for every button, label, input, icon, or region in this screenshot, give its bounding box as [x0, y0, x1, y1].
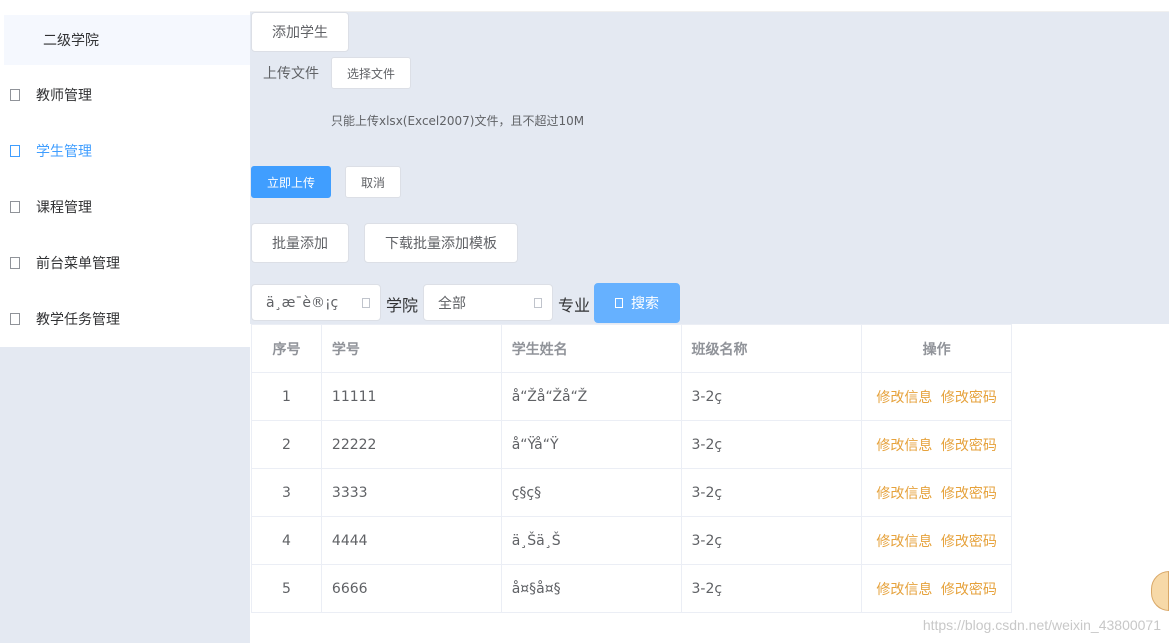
cell-student-name: ç§ç§: [500, 468, 682, 517]
edit-info-link[interactable]: 修改信息: [876, 390, 932, 406]
college-select[interactable]: ä¸æ¯è®¡ç: [251, 284, 381, 321]
cell-class-name: 3-2ç: [680, 420, 863, 469]
chevron-down-icon: [534, 297, 542, 308]
cell-class-name: 3-2ç: [680, 516, 863, 565]
edit-info-link[interactable]: 修改信息: [876, 582, 932, 598]
edit-password-link[interactable]: 修改密码: [941, 486, 997, 502]
edit-password-link[interactable]: 修改密码: [941, 534, 997, 550]
table-row: 2 22222 å“Ÿå“Ÿ 3-2ç 修改信息 修改密码: [251, 420, 1012, 469]
edit-info-link[interactable]: 修改信息: [876, 534, 932, 550]
cell-actions: 修改信息 修改密码: [861, 564, 1012, 613]
cell-class-name: 3-2ç: [680, 564, 863, 613]
menu-icon: [10, 201, 20, 213]
edit-password-link[interactable]: 修改密码: [941, 438, 997, 454]
cell-index: 4: [251, 516, 322, 565]
edit-password-link[interactable]: 修改密码: [941, 390, 997, 406]
cell-index: 3: [251, 468, 322, 517]
floating-avatar[interactable]: [1151, 571, 1169, 611]
table-row: 5 6666 å¤§å¤§ 3-2ç 修改信息 修改密码: [251, 564, 1012, 613]
cell-actions: 修改信息 修改密码: [861, 420, 1012, 469]
sidebar-item-label: 前台菜单管理: [36, 256, 120, 272]
cell-student-id: 4444: [320, 516, 502, 565]
sidebar-item-label: 教学任务管理: [36, 312, 120, 328]
cell-class-name: 3-2ç: [680, 468, 863, 517]
table-row: 1 11111 å“Žå“Žå“Ž 3-2ç 修改信息 修改密码: [251, 372, 1012, 421]
sidebar-item-front-menu[interactable]: 前台菜单管理: [0, 235, 250, 291]
sidebar-item-teacher[interactable]: 教师管理: [0, 67, 250, 123]
table-row: 3 3333 ç§ç§ 3-2ç 修改信息 修改密码: [251, 468, 1012, 517]
menu-icon: [10, 89, 20, 101]
sidebar: 二级学院 教师管理 学生管理 课程管理 前台菜单管理 教学任务管理: [0, 0, 250, 643]
sidebar-item-label: 学生管理: [36, 144, 92, 160]
cell-index: 1: [251, 372, 322, 421]
cell-student-name: å¤§å¤§: [500, 564, 682, 613]
cell-actions: 修改信息 修改密码: [861, 468, 1012, 517]
column-header-index: 序号: [251, 324, 322, 373]
sidebar-item-label: 教师管理: [36, 88, 92, 104]
search-icon: [615, 298, 623, 308]
cell-student-id: 22222: [320, 420, 502, 469]
cell-actions: 修改信息 修改密码: [861, 372, 1012, 421]
edit-info-link[interactable]: 修改信息: [876, 438, 932, 454]
major-label: 专业: [558, 296, 591, 315]
college-select-value: ä¸æ¯è®¡ç: [266, 294, 339, 311]
cell-index: 5: [251, 564, 322, 613]
submenu-title-label: 二级学院: [43, 33, 99, 49]
menu-icon: [10, 257, 20, 269]
cancel-label: 取消: [360, 175, 385, 190]
table-header-row: 序号 学号 学生姓名 班级名称 操作: [251, 324, 1012, 373]
sidebar-menu: 二级学院 教师管理 学生管理 课程管理 前台菜单管理 教学任务管理: [0, 0, 250, 347]
major-select-value: 全部: [438, 295, 466, 312]
submenu-title-college[interactable]: 二级学院: [4, 15, 250, 65]
cancel-button[interactable]: 取消: [345, 166, 401, 198]
upload-tip: 只能上传xlsx(Excel2007)文件，且不超过10M: [331, 114, 585, 128]
sidebar-item-student[interactable]: 学生管理: [0, 123, 250, 179]
choose-file-button[interactable]: 选择文件: [331, 57, 411, 89]
college-label: 学院: [386, 296, 419, 315]
student-table: 序号 学号 学生姓名 班级名称 操作 1 11111 å“Žå“Žå“Ž 3-2…: [251, 324, 1012, 613]
menu-icon: [10, 145, 20, 157]
table-row: 4 4444 ä¸Šä¸Š 3-2ç 修改信息 修改密码: [251, 516, 1012, 565]
column-header-student-name: 学生姓名: [500, 324, 682, 373]
choose-file-label: 选择文件: [346, 66, 395, 81]
search-label: 搜索: [631, 296, 659, 312]
batch-add-label: 批量添加: [272, 236, 328, 252]
cell-student-id: 11111: [320, 372, 502, 421]
chevron-down-icon: [362, 297, 370, 308]
cell-student-name: å“Žå“Žå“Ž: [500, 372, 682, 421]
upload-now-label: 立即上传: [266, 175, 315, 190]
download-template-button[interactable]: 下载批量添加模板: [364, 223, 518, 263]
menu-icon: [10, 313, 20, 325]
cell-student-name: ä¸Šä¸Š: [500, 516, 682, 565]
add-student-label: 添加学生: [272, 25, 328, 41]
column-header-actions: 操作: [861, 324, 1012, 373]
major-select[interactable]: 全部: [423, 284, 553, 321]
column-header-student-id: 学号: [320, 324, 502, 373]
upload-file-label: 上传文件: [263, 66, 319, 82]
search-button[interactable]: 搜索: [594, 283, 680, 323]
cell-index: 2: [251, 420, 322, 469]
upload-now-button[interactable]: 立即上传: [251, 166, 331, 198]
cell-student-id: 6666: [320, 564, 502, 613]
sidebar-item-teaching-task[interactable]: 教学任务管理: [0, 291, 250, 347]
edit-password-link[interactable]: 修改密码: [941, 582, 997, 598]
edit-info-link[interactable]: 修改信息: [876, 486, 932, 502]
cell-class-name: 3-2ç: [680, 372, 863, 421]
cell-student-name: å“Ÿå“Ÿ: [500, 420, 682, 469]
top-strip: [250, 0, 1169, 12]
cell-actions: 修改信息 修改密码: [861, 516, 1012, 565]
sidebar-item-course[interactable]: 课程管理: [0, 179, 250, 235]
cell-student-id: 3333: [320, 468, 502, 517]
add-student-button[interactable]: 添加学生: [251, 12, 349, 52]
batch-add-button[interactable]: 批量添加: [251, 223, 349, 263]
download-template-label: 下载批量添加模板: [385, 236, 497, 252]
column-header-class-name: 班级名称: [680, 324, 863, 373]
sidebar-item-label: 课程管理: [36, 200, 92, 216]
watermark: https://blog.csdn.net/weixin_43800071: [922, 617, 1161, 633]
